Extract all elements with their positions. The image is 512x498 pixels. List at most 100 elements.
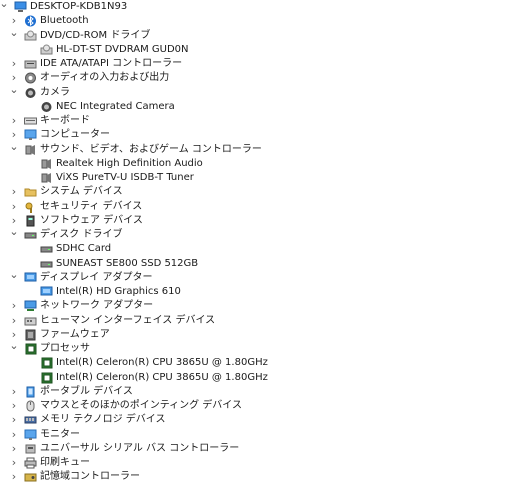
bluetooth-icon (24, 15, 37, 27)
tree-item-label: メモリ テクノロジ デバイス (40, 414, 166, 426)
tree-item[interactable]: › ネットワーク アダプター (0, 299, 512, 313)
tree-item-label: ViXS PureTV-U ISDB-T Tuner (56, 172, 194, 183)
chevron-right-icon[interactable]: › (9, 114, 19, 128)
tree-item[interactable]: › キーボード (0, 114, 512, 128)
tree-item-label: キーボード (40, 115, 90, 126)
tree-item-label: ディスク ドライブ (40, 229, 123, 240)
tree-item-label: ファームウェア (40, 328, 110, 340)
tree-item[interactable]: ⌄ DVD/CD-ROM ドライブ (0, 27, 512, 43)
tree-item[interactable]: › ファームウェア (0, 328, 512, 342)
firmware-icon (24, 329, 37, 341)
tree-item-label: ポータブル デバイス (40, 385, 133, 397)
chevron-right-icon[interactable]: › (9, 185, 19, 199)
tree-item[interactable]: ⌄ ディスク ドライブ (0, 226, 512, 242)
chevron-down-icon[interactable]: ⌄ (9, 141, 19, 157)
dvd-drive-icon (40, 44, 53, 56)
chevron-down-icon[interactable]: ⌄ (9, 226, 19, 242)
tree-item[interactable]: › システム デバイス (0, 185, 512, 199)
tree-item-label: システム デバイス (40, 186, 123, 198)
tree-item-label: Intel(R) Celeron(R) CPU 3865U @ 1.80GHz (56, 357, 268, 369)
security-key-icon (24, 201, 37, 213)
processor-icon (24, 343, 37, 355)
chevron-down-icon[interactable]: ⌄ (9, 269, 19, 285)
device-tree[interactable]: ⌄ DESKTOP-KDB1N93 › Bluetooth ⌄ DVD/CD-ROM ドラ… (0, 0, 512, 498)
tree-item[interactable]: ⌄ カメラ (0, 84, 512, 100)
tree-item[interactable]: › 記憶域コントローラー (0, 470, 512, 484)
tree-item[interactable]: › ソフトウェア デバイス (0, 214, 512, 228)
tree-item-label: プロセッサ (40, 343, 90, 354)
tree-item[interactable]: › IDE ATA/ATAPI コントローラー (0, 57, 512, 71)
tree-item[interactable]: › ヒューマン インターフェイス デバイス (0, 314, 512, 328)
hid-icon (24, 315, 37, 327)
chevron-down-icon[interactable]: ⌄ (9, 340, 19, 356)
tree-item[interactable]: › マウスとそのほかのポインティング デバイス (0, 399, 512, 413)
chevron-right-icon[interactable]: › (9, 428, 19, 442)
tree-item[interactable]: › モニター (0, 428, 512, 442)
tree-item[interactable]: › セキュリティ デバイス (0, 200, 512, 214)
chevron-down-icon[interactable]: ⌄ (0, 0, 9, 14)
tree-item-label: サウンド、ビデオ、およびゲーム コントローラー (40, 143, 262, 155)
tree-item-label: Bluetooth (40, 15, 89, 27)
chevron-right-icon[interactable]: › (9, 399, 19, 413)
tree-item[interactable]: Intel(R) Celeron(R) CPU 3865U @ 1.80GHz (0, 371, 512, 385)
tree-item[interactable]: SUNEAST SE800 SSD 512GB (0, 257, 512, 271)
keyboard-icon (24, 115, 37, 127)
camera-icon (24, 87, 37, 99)
chevron-right-icon[interactable]: › (9, 200, 19, 214)
chevron-right-icon[interactable]: › (9, 470, 19, 484)
tree-item[interactable]: ⌄ ディスプレイ アダプター (0, 269, 512, 285)
tree-item-label: カメラ (40, 86, 70, 98)
tree-item-label: 印刷キュー (40, 457, 90, 468)
tree-item[interactable]: › 印刷キュー (0, 456, 512, 470)
camera-icon (40, 101, 53, 113)
tree-item[interactable]: › ポータブル デバイス (0, 385, 512, 399)
chevron-right-icon[interactable]: › (9, 456, 19, 470)
tree-item[interactable]: ⌄ サウンド、ビデオ、およびゲーム コントローラー (0, 141, 512, 157)
tree-item[interactable]: ⌄ プロセッサ (0, 340, 512, 356)
tree-item[interactable]: › コンピューター (0, 128, 512, 142)
chevron-right-icon[interactable]: › (9, 314, 19, 328)
chevron-right-icon[interactable]: › (9, 299, 19, 313)
tree-item-label: DESKTOP-KDB1N93 (30, 1, 128, 12)
tree-item-label: ヒューマン インターフェイス デバイス (40, 314, 216, 326)
tree-item-label: Intel(R) Celeron(R) CPU 3865U @ 1.80GHz (56, 371, 268, 383)
computer-icon (14, 1, 27, 13)
speaker-icon (40, 158, 53, 170)
tree-item[interactable]: SDHC Card (0, 242, 512, 256)
monitor-icon (24, 429, 37, 441)
network-adapter-icon (24, 300, 37, 312)
chevron-right-icon[interactable]: › (9, 442, 19, 456)
disk-drive-icon (24, 229, 37, 241)
tree-item-label: HL-DT-ST DVDRAM GUD0N (56, 43, 189, 55)
dvd-drive-icon (24, 30, 37, 42)
tree-item[interactable]: › メモリ テクノロジ デバイス (0, 413, 512, 427)
usb-icon (24, 443, 37, 455)
tree-item-label: ソフトウェア デバイス (40, 214, 143, 226)
chevron-down-icon[interactable]: ⌄ (9, 27, 19, 43)
tree-item-label: 記憶域コントローラー (40, 471, 140, 483)
tree-item-label: セキュリティ デバイス (40, 200, 143, 212)
tree-item[interactable]: › オーディオの入力および出力 (0, 71, 512, 85)
tree-item[interactable]: Realtek High Definition Audio (0, 157, 512, 171)
tree-item[interactable]: Intel(R) Celeron(R) CPU 3865U @ 1.80GHz (0, 356, 512, 370)
tree-item[interactable]: › ユニバーサル シリアル バス コントローラー (0, 442, 512, 456)
folder-icon (24, 186, 37, 198)
chevron-right-icon[interactable]: › (9, 413, 19, 427)
tree-item[interactable]: › Bluetooth (0, 14, 512, 28)
tree-item-label: SDHC Card (56, 243, 112, 255)
chevron-right-icon[interactable]: › (9, 57, 19, 71)
tree-item-label: SUNEAST SE800 SSD 512GB (56, 257, 199, 269)
tree-item[interactable]: NEC Integrated Camera (0, 100, 512, 114)
chevron-right-icon[interactable]: › (9, 385, 19, 399)
audio-io-icon (24, 72, 37, 84)
monitor-icon (24, 129, 37, 141)
printer-icon (24, 457, 37, 469)
tree-item[interactable]: ⌄ DESKTOP-KDB1N93 (0, 0, 512, 14)
tree-item[interactable]: HL-DT-ST DVDRAM GUD0N (0, 43, 512, 57)
tree-item[interactable]: Intel(R) HD Graphics 610 (0, 285, 512, 299)
tree-item[interactable]: ViXS PureTV-U ISDB-T Tuner (0, 171, 512, 185)
disk-drive-icon (40, 243, 53, 255)
display-adapter-icon (40, 286, 53, 298)
chevron-down-icon[interactable]: ⌄ (9, 84, 19, 100)
mouse-icon (24, 400, 37, 412)
